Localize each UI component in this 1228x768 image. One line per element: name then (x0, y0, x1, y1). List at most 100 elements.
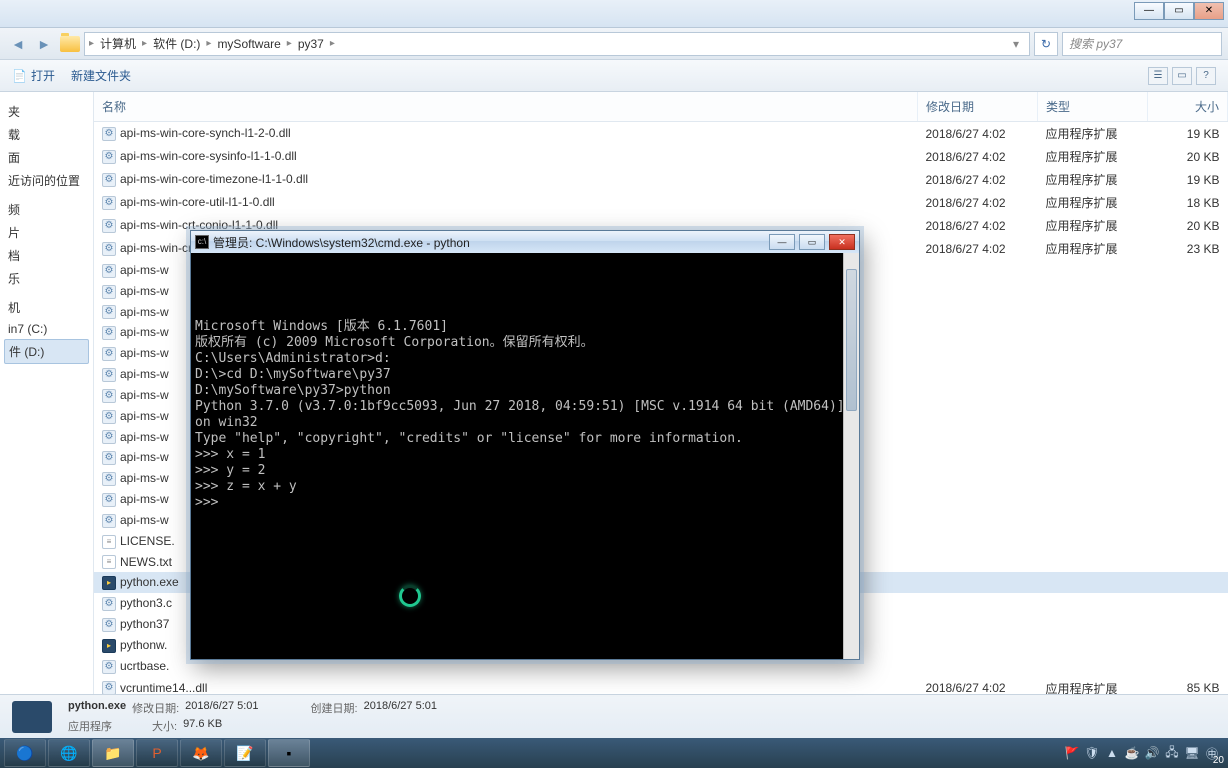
tray-volume-icon[interactable]: 🔊 (1144, 745, 1160, 761)
file-modified: 2018/6/27 4:02 (918, 168, 1038, 191)
back-button[interactable]: ◄ (6, 32, 30, 56)
file-size: 18 KB (1148, 191, 1228, 214)
cmd-minimize-button[interactable]: — (769, 234, 795, 250)
column-header-name[interactable]: 名称 (94, 92, 918, 122)
taskbar-explorer-button[interactable]: 📁 (92, 739, 134, 767)
cmd-body[interactable]: Microsoft Windows [版本 6.1.7601]版权所有 (c) … (191, 253, 859, 659)
breadcrumb-item[interactable]: 软件 (D:) (149, 35, 204, 52)
navpane-item[interactable]: 频 (4, 198, 89, 221)
gear-icon (102, 597, 116, 611)
system-tray[interactable]: 🚩 🛡 ▲ ☕ 🔊 🖧 🖥 ㊥ (1064, 745, 1224, 761)
column-header-modified[interactable]: 修改日期 (918, 92, 1038, 122)
file-modified (918, 427, 1038, 448)
cmd-maximize-button[interactable]: ▭ (799, 234, 825, 250)
open-button[interactable]: 📄 打开 (12, 67, 55, 84)
navpane-item[interactable]: 近访问的位置 (4, 169, 89, 192)
cmd-window[interactable]: c:\ 管理员: C:\Windows\system32\cmd.exe - p… (190, 230, 860, 660)
cmd-titlebar[interactable]: c:\ 管理员: C:\Windows\system32\cmd.exe - p… (191, 231, 859, 253)
tray-java-icon[interactable]: ☕ (1124, 745, 1140, 761)
status-modified-value: 2018/6/27 5:01 (185, 700, 258, 716)
cmd-close-button[interactable]: ✕ (829, 234, 855, 250)
file-size (1148, 281, 1228, 302)
file-name: api-ms-win-core-timezone-l1-1-0.dll (120, 172, 308, 186)
file-row[interactable]: api-ms-win-core-sysinfo-l1-1-0.dll2018/6… (94, 145, 1228, 168)
cmd-icon: c:\ (195, 235, 209, 249)
file-modified (918, 343, 1038, 364)
file-type (1038, 260, 1148, 281)
file-name: pythonw. (120, 638, 167, 652)
navpane-item[interactable]: 夹 (4, 100, 89, 123)
cmd-line: C:\Users\Administrator>d: (195, 351, 855, 367)
navigation-pane[interactable]: 夹载面近访问的位置频片档乐机in7 (C:)件 (D:) (0, 92, 94, 694)
status-size-value: 97.6 KB (183, 718, 222, 734)
help-button[interactable]: ? (1196, 67, 1216, 85)
file-row[interactable]: api-ms-win-core-synch-l1-2-0.dll2018/6/2… (94, 122, 1228, 146)
close-button[interactable]: ✕ (1194, 2, 1224, 20)
file-size (1148, 343, 1228, 364)
navpane-item[interactable]: 载 (4, 123, 89, 146)
breadcrumb-item[interactable]: mySoftware (213, 37, 284, 51)
tray-monitor-icon[interactable]: 🖥 (1184, 745, 1200, 761)
file-row[interactable]: api-ms-win-core-util-l1-1-0.dll2018/6/27… (94, 191, 1228, 214)
taskbar-notepad-button[interactable]: 📝 (224, 739, 266, 767)
start-button[interactable]: 🔵 (4, 739, 46, 767)
column-header-size[interactable]: 大小 (1148, 92, 1228, 122)
navpane-item[interactable]: 件 (D:) (4, 339, 89, 364)
file-name: api-ms-w (120, 513, 169, 527)
navpane-item[interactable]: 档 (4, 244, 89, 267)
maximize-button[interactable]: ▭ (1164, 2, 1194, 20)
address-bar: ◄ ► ▸ 计算机 ▸ 软件 (D:) ▸ mySoftware ▸ py37 … (0, 28, 1228, 60)
navpane-item[interactable]: 乐 (4, 267, 89, 290)
forward-button[interactable]: ► (32, 32, 56, 56)
tray-shield-icon[interactable]: 🛡 (1084, 745, 1100, 761)
cmd-title-text: 管理员: C:\Windows\system32\cmd.exe - pytho… (213, 234, 470, 251)
view-mode-button[interactable]: ☰ (1148, 67, 1168, 85)
new-folder-button[interactable]: 新建文件夹 (71, 67, 131, 84)
file-size: 20 KB (1148, 214, 1228, 237)
txt-icon (102, 535, 116, 549)
gear-icon (102, 196, 116, 210)
cmd-line: >>> (195, 495, 855, 511)
cmd-line: D:\>cd D:\mySoftware\py37 (195, 367, 855, 383)
navpane-item[interactable]: 面 (4, 146, 89, 169)
file-type (1038, 447, 1148, 468)
file-name: api-ms-w (120, 388, 169, 402)
py-icon (102, 639, 116, 653)
tray-network-icon[interactable]: 🖧 (1164, 745, 1180, 761)
cmd-scrollbar[interactable] (843, 253, 859, 659)
tray-arrow-icon[interactable]: ▲ (1104, 745, 1120, 761)
breadcrumb-item[interactable]: py37 (294, 37, 328, 51)
search-input[interactable]: 搜索 py37 (1062, 32, 1222, 56)
file-size: 19 KB (1148, 168, 1228, 191)
status-type-label: 应用程序 (68, 718, 112, 734)
taskbar-cmd-button[interactable]: ▪ (268, 739, 310, 767)
file-row[interactable]: vcruntime14...dll2018/6/27 4:02应用程序扩展85 … (94, 677, 1228, 694)
gear-icon (102, 618, 116, 632)
breadcrumb-item[interactable]: 计算机 (96, 35, 140, 52)
view-pane-button[interactable]: ▭ (1172, 67, 1192, 85)
file-type (1038, 489, 1148, 510)
taskbar-firefox-button[interactable]: 🦊 (180, 739, 222, 767)
breadcrumb[interactable]: ▸ 计算机 ▸ 软件 (D:) ▸ mySoftware ▸ py37 ▸ ▾ (84, 32, 1030, 56)
file-modified: 2018/6/27 4:02 (918, 677, 1038, 694)
navpane-item[interactable]: 片 (4, 221, 89, 244)
taskbar-powerpoint-button[interactable]: P (136, 739, 178, 767)
tray-flag-icon[interactable]: 🚩 (1064, 745, 1080, 761)
navpane-item[interactable]: 机 (4, 296, 89, 319)
file-type: 应用程序扩展 (1038, 145, 1148, 168)
breadcrumb-dropdown[interactable]: ▾ (1007, 37, 1025, 51)
refresh-button[interactable]: ↻ (1034, 32, 1058, 56)
file-type: 应用程序扩展 (1038, 237, 1148, 260)
file-modified (918, 489, 1038, 510)
file-row[interactable]: api-ms-win-core-timezone-l1-1-0.dll 2018/… (94, 168, 1228, 191)
cmd-line: >>> z = x + y (195, 479, 855, 495)
taskbar-ie-button[interactable]: 🌐 (48, 739, 90, 767)
taskbar-clock[interactable]: 20 (1213, 755, 1224, 766)
file-type (1038, 468, 1148, 489)
navpane-item[interactable]: in7 (C:) (4, 319, 89, 339)
file-size (1148, 614, 1228, 635)
file-name: api-ms-win-core-util-l1-1-0.dll (120, 195, 275, 209)
taskbar[interactable]: 🔵 🌐 📁 P 🦊 📝 ▪ 🚩 🛡 ▲ ☕ 🔊 🖧 🖥 ㊥ (0, 738, 1228, 768)
minimize-button[interactable]: — (1134, 2, 1164, 20)
column-header-type[interactable]: 类型 (1038, 92, 1148, 122)
